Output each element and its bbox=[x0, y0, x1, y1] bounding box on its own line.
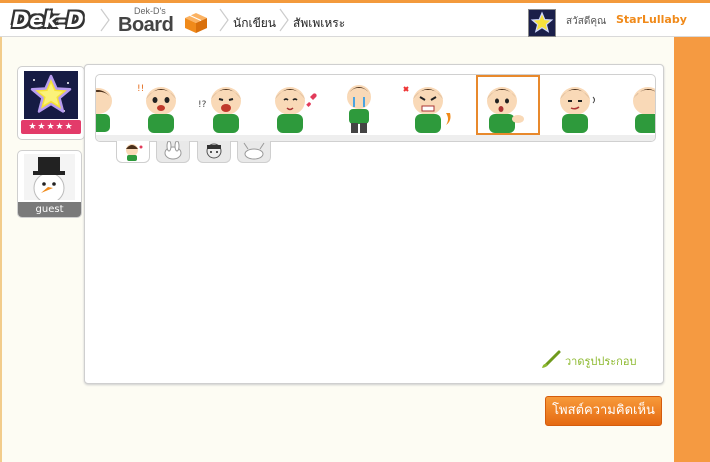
nav-item-writer[interactable]: นักเขียน bbox=[233, 14, 276, 33]
boy-set-icon bbox=[126, 144, 143, 161]
bunny-set-icon bbox=[243, 142, 265, 160]
sticker-set-tab-face[interactable] bbox=[197, 141, 231, 163]
page-left-border bbox=[0, 37, 2, 462]
top-bar: Dek-D Dek-D's Board นักเขียน สัพเพเหระ ส… bbox=[0, 0, 710, 37]
nav-item-general[interactable]: สัพเพเหระ bbox=[293, 14, 345, 33]
boy-love-sticker-icon[interactable] bbox=[260, 77, 324, 137]
svg-text:!!: !! bbox=[137, 84, 144, 94]
paintbrush-icon bbox=[542, 350, 561, 368]
breadcrumb-separator-icon bbox=[219, 8, 229, 32]
boy-sticker-partial-icon[interactable] bbox=[95, 77, 130, 137]
star-avatar-icon bbox=[30, 74, 72, 113]
user-avatar-small[interactable] bbox=[528, 9, 556, 37]
user-avatar bbox=[24, 71, 78, 119]
breadcrumb-separator-icon bbox=[279, 8, 289, 32]
board-logo-text: Board bbox=[118, 14, 174, 36]
sticker-set-tab-boy[interactable] bbox=[116, 141, 150, 163]
username-link[interactable]: StarLullaby bbox=[616, 13, 687, 26]
boy-smirk-sticker-icon[interactable] bbox=[543, 77, 607, 137]
boy-crying-sticker-icon[interactable] bbox=[327, 77, 391, 137]
comment-editor[interactable]: !! !? วาดรูปประกอบ bbox=[84, 64, 664, 384]
boy-sticker-partial-right-icon[interactable] bbox=[616, 77, 656, 137]
sticker-set-tab-bunny[interactable] bbox=[237, 141, 271, 163]
guest-label: guest bbox=[18, 202, 81, 217]
dekd-logo[interactable]: Dek-D bbox=[6, 7, 90, 33]
guest-avatar-card[interactable]: guest bbox=[17, 150, 82, 218]
boy-scared-sticker-icon[interactable]: !! bbox=[129, 77, 193, 137]
face-set-icon bbox=[206, 143, 222, 159]
sticker-set-tab-rabbit[interactable] bbox=[156, 140, 190, 163]
snowman-avatar-icon bbox=[24, 154, 75, 200]
right-orange-strip bbox=[674, 37, 710, 462]
svg-text:!?: !? bbox=[198, 100, 207, 110]
rabbit-set-icon bbox=[164, 140, 182, 160]
boy-angry-sticker-icon[interactable] bbox=[396, 77, 460, 137]
star-icon bbox=[530, 11, 554, 33]
draw-illustration-link[interactable]: วาดรูปประกอบ bbox=[540, 349, 650, 369]
user-avatar-card[interactable]: ★★★★★ bbox=[17, 66, 85, 140]
board-logo[interactable]: Dek-D's Board bbox=[118, 6, 218, 36]
breadcrumb-separator-icon bbox=[100, 8, 110, 32]
rating-stars: ★★★★★ bbox=[21, 120, 81, 134]
selected-sticker-frame bbox=[476, 75, 540, 135]
orange-box-icon bbox=[185, 13, 207, 33]
post-comment-button[interactable]: โพสต์ความคิดเห็น bbox=[545, 396, 662, 426]
greeting-text: สวัสดีคุณ bbox=[566, 16, 607, 27]
boy-shouting-sticker-icon[interactable]: !? bbox=[192, 77, 256, 137]
sticker-strip: !! !? bbox=[95, 74, 656, 142]
draw-illustration-label: วาดรูปประกอบ bbox=[565, 355, 637, 368]
